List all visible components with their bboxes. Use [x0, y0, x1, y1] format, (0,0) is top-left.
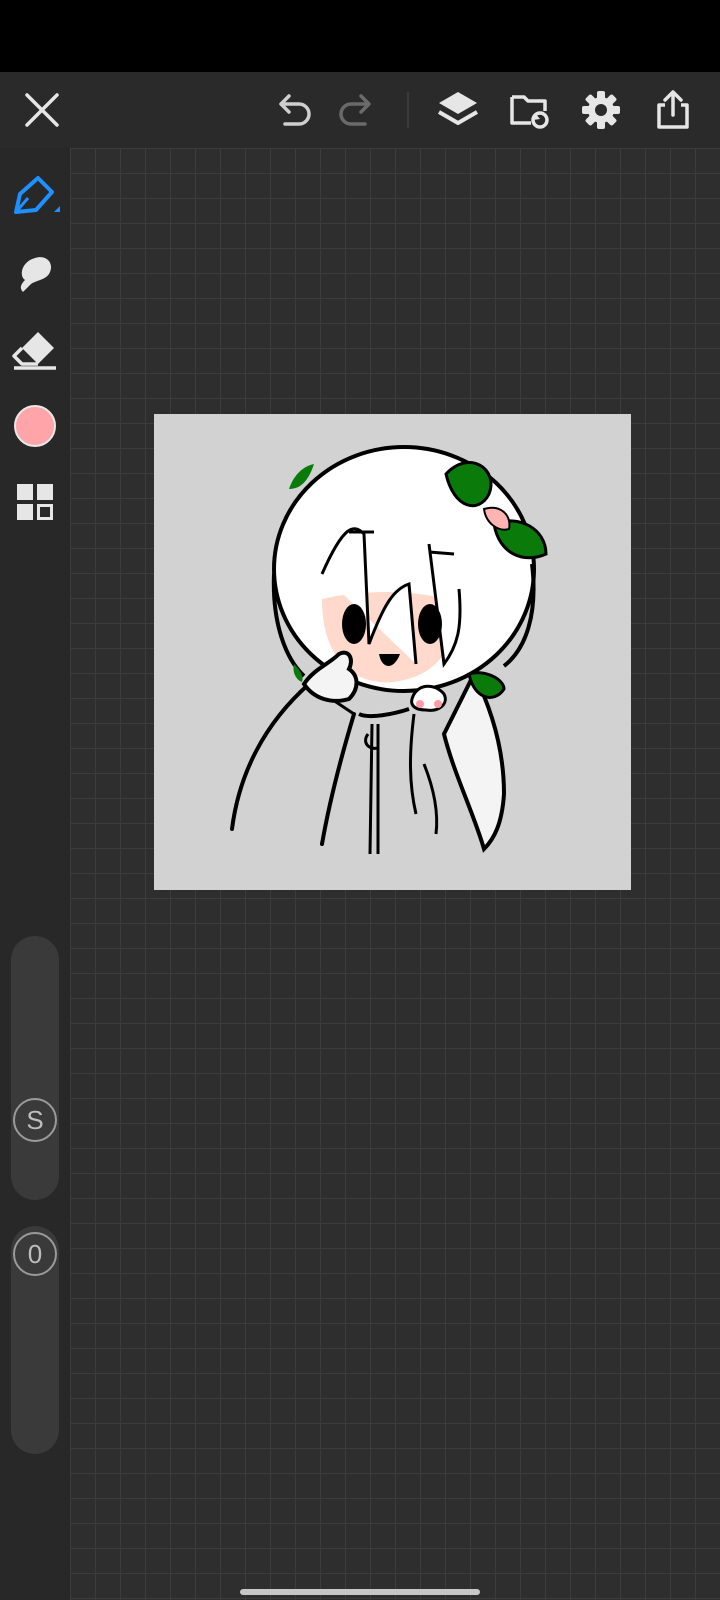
pen-icon	[14, 176, 60, 214]
layers-icon	[437, 92, 479, 125]
grid-icon	[17, 484, 53, 520]
import-icon	[510, 95, 549, 129]
brush-size-label: S	[26, 1104, 44, 1135]
top-toolbar	[0, 72, 720, 148]
tool-sidebar: S 0	[0, 148, 70, 1600]
opacity-label: 0	[27, 1238, 43, 1269]
share-icon	[657, 90, 689, 129]
pen-tool-button[interactable]	[5, 168, 65, 228]
undo-button[interactable]	[263, 72, 323, 148]
smudge-icon	[20, 257, 52, 292]
import-button[interactable]	[500, 72, 560, 148]
opacity-knob[interactable]: 0	[13, 1232, 57, 1276]
status-bar	[0, 0, 720, 72]
redo-button[interactable]	[327, 72, 387, 148]
close-icon	[25, 93, 59, 127]
opacity-slider[interactable]: 0	[11, 1226, 59, 1454]
current-color-swatch	[14, 405, 56, 447]
settings-button[interactable]	[571, 72, 631, 148]
artboard[interactable]	[154, 414, 631, 890]
toolbar-divider	[407, 92, 409, 128]
eraser-icon	[12, 332, 56, 370]
layers-button[interactable]	[428, 72, 488, 148]
materials-button[interactable]	[5, 472, 65, 532]
redo-icon	[339, 94, 371, 126]
settings-icon	[582, 91, 620, 129]
home-indicator[interactable]	[240, 1589, 480, 1595]
color-picker-button[interactable]	[5, 396, 65, 456]
smudge-tool-button[interactable]	[5, 244, 65, 304]
eraser-tool-button[interactable]	[5, 320, 65, 380]
brush-size-knob[interactable]: S	[13, 1098, 57, 1142]
undo-icon	[279, 94, 311, 126]
character-drawing	[230, 445, 548, 855]
close-button[interactable]	[12, 72, 72, 148]
brush-size-slider[interactable]: S	[11, 936, 59, 1200]
share-button[interactable]	[643, 72, 703, 148]
